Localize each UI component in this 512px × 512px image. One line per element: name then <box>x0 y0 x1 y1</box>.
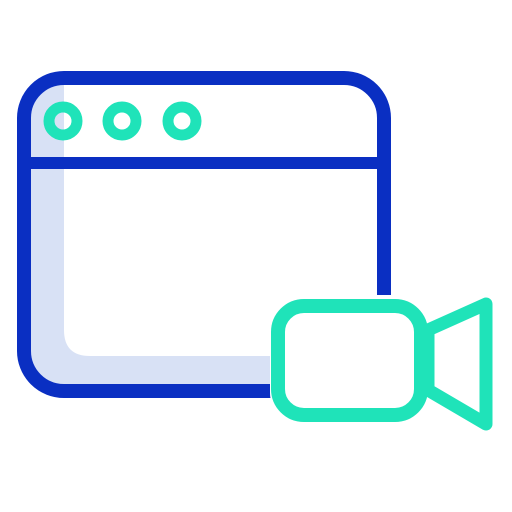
camera-lens <box>421 297 493 431</box>
icon-canvas <box>0 0 512 512</box>
video-camera-icon <box>270 295 493 431</box>
browser-video-camera-icon <box>17 71 493 431</box>
window-dot-icon <box>162 101 202 141</box>
window-dot-icon <box>102 101 142 141</box>
